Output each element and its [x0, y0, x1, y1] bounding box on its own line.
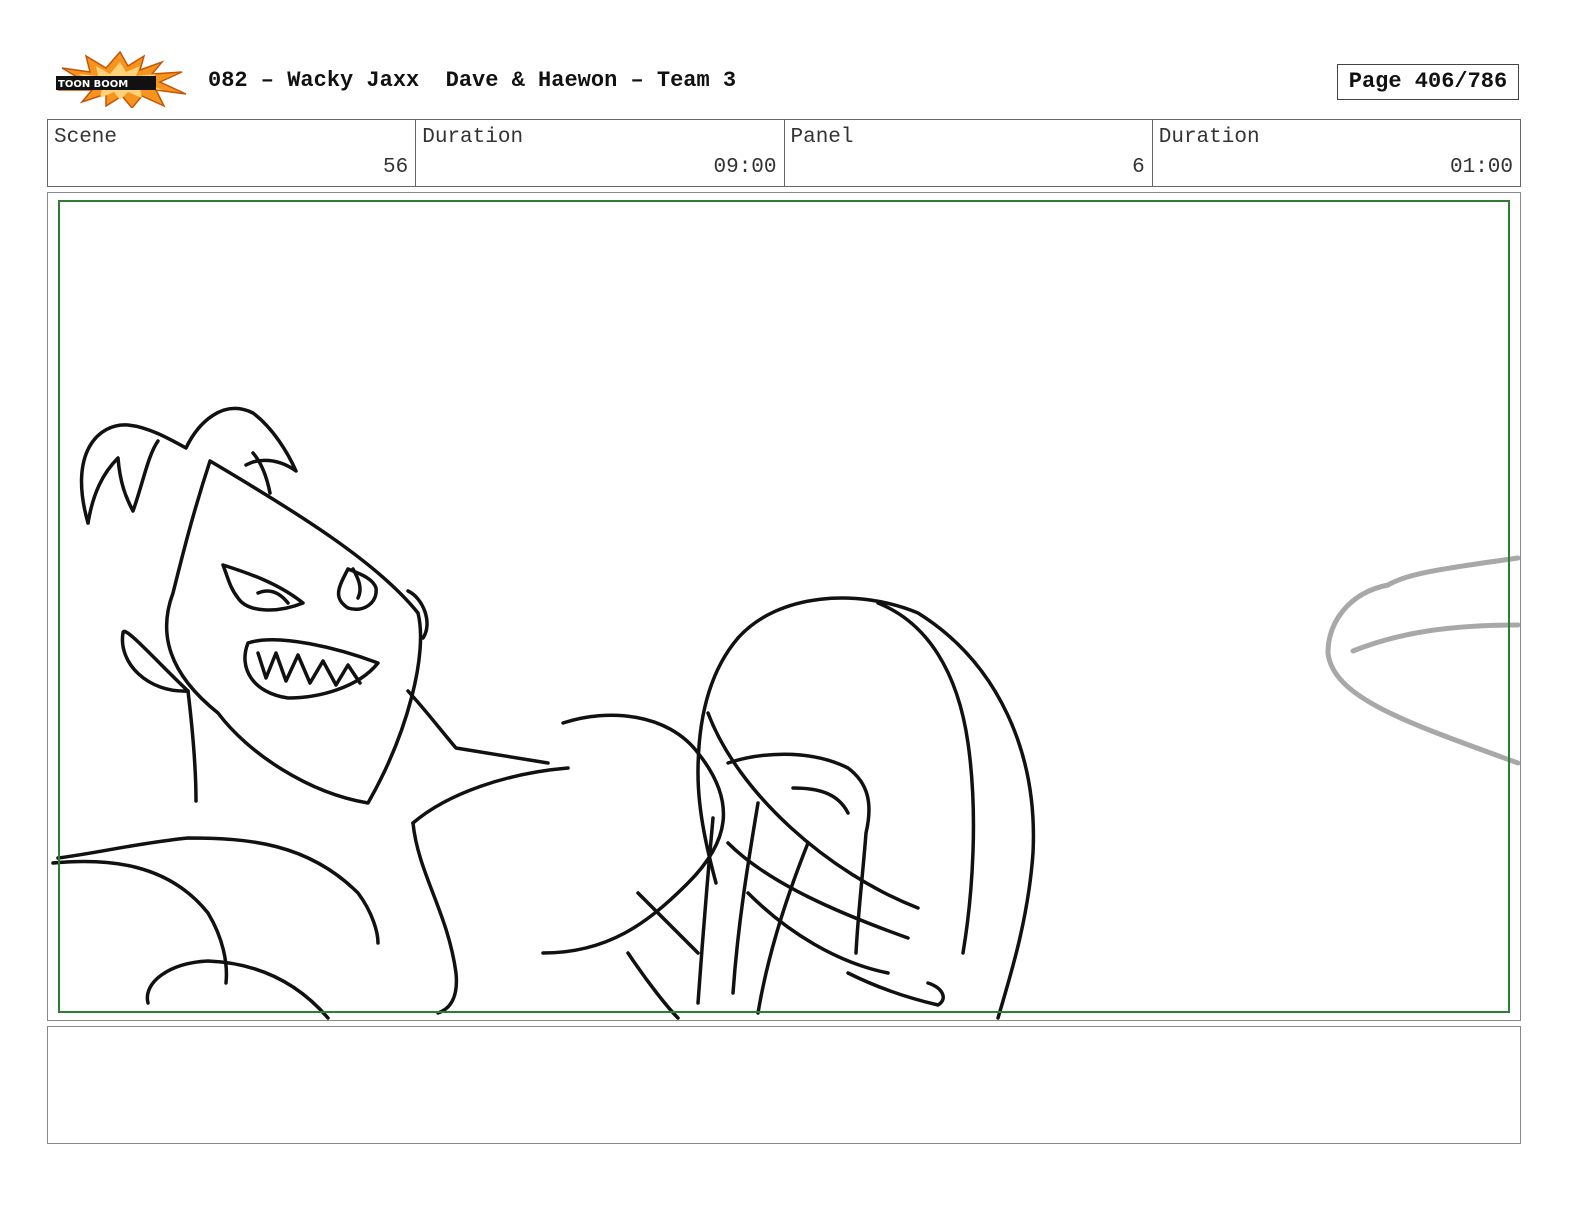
panel-label: Panel — [790, 126, 854, 149]
scene-duration-label: Duration — [422, 126, 524, 149]
logo-text: TOON BOOM — [58, 79, 128, 90]
toon-boom-logo: TOON BOOM — [56, 50, 187, 108]
panel-cell: Panel 6 — [785, 120, 1153, 186]
camera-safe-area — [58, 200, 1510, 1013]
panel-duration-value: 01:00 — [1449, 156, 1513, 179]
scene-duration-cell: Duration 09:00 — [416, 120, 785, 186]
page-counter: Page 406/786 — [1337, 64, 1519, 100]
panel-notes — [47, 1026, 1521, 1144]
panel-value: 6 — [1132, 156, 1145, 179]
storyboard-title: 082 – Wacky Jaxx Dave & Haewon – Team 3 — [208, 68, 737, 93]
scene-cell: Scene 56 — [48, 120, 417, 186]
panel-info-table: Scene 56 Duration 09:00 Panel 6 Duration… — [47, 119, 1521, 187]
scene-label: Scene — [54, 126, 118, 149]
scene-duration-value: 09:00 — [713, 156, 777, 179]
panel-duration-cell: Duration 01:00 — [1153, 120, 1520, 186]
scene-value: 56 — [383, 156, 409, 179]
panel-duration-label: Duration — [1158, 126, 1260, 149]
